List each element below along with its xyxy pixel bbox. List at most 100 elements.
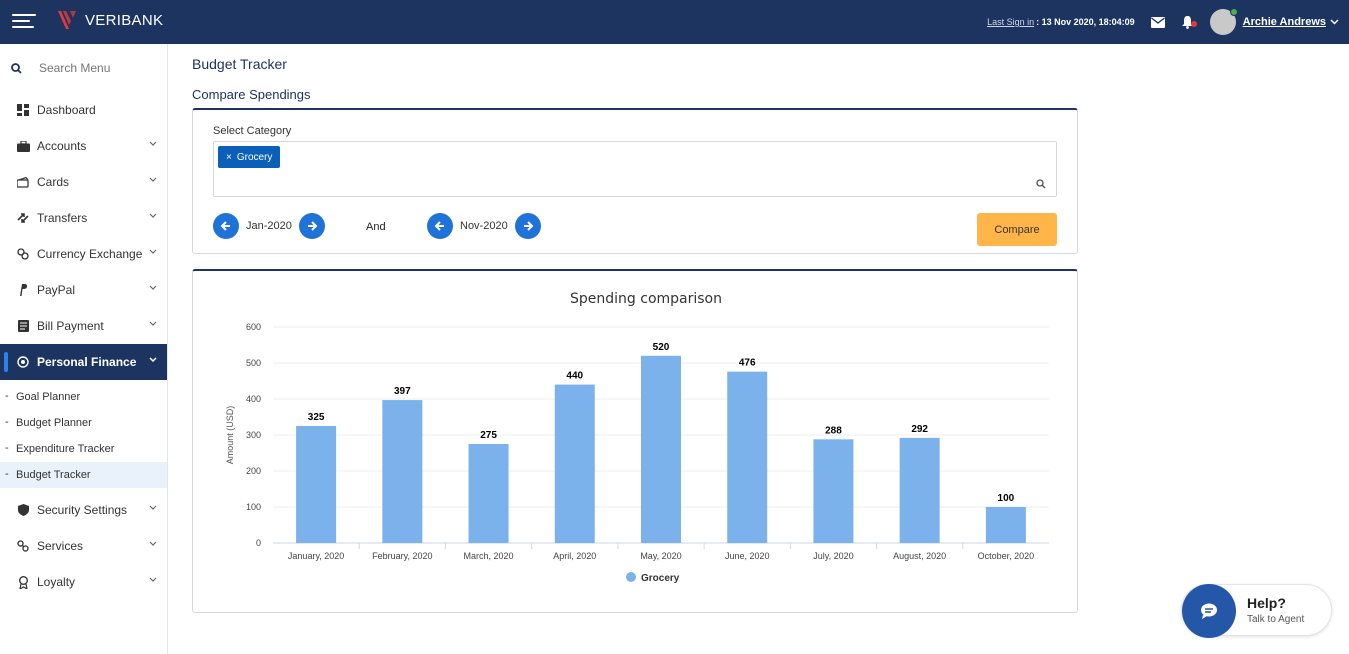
briefcase-icon [16,140,30,152]
sidebar-subitem-expenditure-tracker[interactable]: Expenditure Tracker [0,436,167,462]
page-title: Budget Tracker [192,56,287,72]
from-prev-button[interactable] [213,213,239,239]
bar-value-label: 476 [739,358,756,369]
bell-icon[interactable] [1181,15,1197,29]
chart-bar [554,384,595,543]
chart-card: Spending comparison 0 100 200 300 400 500 600 Am… [192,269,1078,613]
sidebar-item-label: Bill Payment [37,319,104,333]
bar-value-label: 292 [911,424,928,435]
sidebar-subitem-budget-tracker[interactable]: Budget Tracker [0,462,167,488]
x-tick-label: May, 2020 [640,551,681,561]
search-icon [11,62,22,74]
help-widget[interactable]: Help? Talk to Agent [1181,584,1332,638]
chart-bar [468,444,509,543]
category-multiselect[interactable]: × Grocery [213,141,1057,197]
sidebar-item-label: Loyalty [37,575,76,589]
sidebar-item-accounts[interactable]: Accounts [0,128,167,164]
x-tick-label: July, 2020 [813,551,853,561]
sidebar-item-label: Transfers [37,211,88,225]
bar-value-label: 325 [308,412,325,423]
y-tick-label: 600 [246,322,261,332]
x-tick-label: March, 2020 [464,551,514,561]
y-tick-label: 100 [246,502,261,512]
x-tick-label: April, 2020 [553,551,596,561]
from-next-button[interactable] [298,213,325,239]
bar-value-label: 520 [653,342,670,353]
sidebar-item-cards[interactable]: Cards [0,164,167,200]
help-subtitle: Talk to Agent [1247,614,1305,625]
y-tick-label: 300 [246,430,261,440]
to-prev-button[interactable] [427,213,453,239]
chat-icon [1201,603,1217,619]
arrow-left-icon [220,221,230,231]
to-period-label: Nov-2020 [460,220,508,232]
sidebar-item-currency-exchange[interactable]: Currency Exchange [0,236,167,272]
sidebar-item-paypal[interactable]: PayPal [0,272,167,308]
sidebar-item-label: Currency Exchange [37,247,143,261]
sidebar-item-security-settings[interactable]: Security Settings [0,492,167,528]
search-icon[interactable] [1036,179,1046,189]
chevron-down-icon [149,321,157,326]
chevron-down-icon[interactable] [1330,19,1339,25]
sidebar-item-services[interactable]: Services [0,528,167,564]
category-chip[interactable]: × Grocery [218,146,281,168]
online-status-dot [1229,8,1238,16]
search-menu-input[interactable] [39,61,149,75]
arrow-left-icon [434,221,444,231]
and-label: And [366,221,386,233]
currency-icon [16,248,30,260]
sidebar-subitem-budget-planner[interactable]: Budget Planner [0,410,167,436]
dashboard-icon [16,104,30,116]
chevron-down-icon [149,177,157,182]
chevron-down-icon [149,357,157,363]
sidebar-item-bill-payment[interactable]: Bill Payment [0,308,167,344]
spending-chart: Spending comparison 0 100 200 300 400 500 600 Am… [225,291,1049,584]
chip-remove-icon[interactable]: × [226,152,232,163]
notification-dot [1190,21,1197,27]
from-period-picker: Jan-2020 [213,213,325,239]
sidebar-item-transfers[interactable]: Transfers [0,200,167,236]
chart-bar [641,355,681,543]
last-signin-label[interactable]: Last Sign in [987,17,1034,27]
sidebar-item-label: Cards [37,175,70,189]
bar-value-label: 100 [998,493,1015,504]
y-tick-label: 200 [246,466,261,476]
chevron-down-icon [149,577,157,582]
sidebar-item-loyalty[interactable]: Loyalty [0,564,167,600]
bar-value-label: 440 [566,371,583,382]
sidebar-item-label: Security Settings [37,503,128,517]
mail-icon[interactable] [1150,16,1165,28]
avatar[interactable] [1209,8,1238,35]
brand-logo[interactable]: VERIBANK [57,9,163,31]
award-icon [16,575,30,589]
legend-label: Grocery [641,573,680,584]
chevron-down-icon [149,505,157,510]
bill-icon [16,320,30,332]
transfer-icon [16,212,30,224]
sidebar-subitem-goal-planner[interactable]: Goal Planner [0,384,167,410]
arrow-right-icon [523,221,534,231]
top-bar: VERIBANK Last Sign in : 13 Nov 2020, 18:… [0,0,1349,44]
chat-button[interactable] [1182,584,1236,638]
help-title: Help? [1247,595,1286,611]
services-icon [16,540,30,552]
shield-icon [16,504,30,516]
x-tick-label: October, 2020 [978,551,1035,561]
chip-label: Grocery [236,151,273,163]
compare-button[interactable]: Compare [977,213,1057,246]
chart-bar [899,437,940,543]
sidebar-item-label: Services [37,539,84,553]
paypal-icon [16,284,30,296]
sidebar-item-dashboard[interactable]: Dashboard [0,92,167,128]
username-link[interactable]: Archie Andrews [1243,16,1326,28]
bar-value-label: 288 [825,425,842,436]
menu-icon[interactable] [12,14,36,30]
to-next-button[interactable] [514,213,541,239]
x-tick-label: June, 2020 [725,551,770,561]
chart-bar [727,371,768,543]
last-signin-value: : 13 Nov 2020, 18:04:09 [1036,17,1135,27]
chart-bar [813,439,854,543]
target-icon [16,356,30,368]
x-tick-label: August, 2020 [893,551,946,561]
sidebar-item-personal-finance[interactable]: Personal Finance [0,344,167,380]
